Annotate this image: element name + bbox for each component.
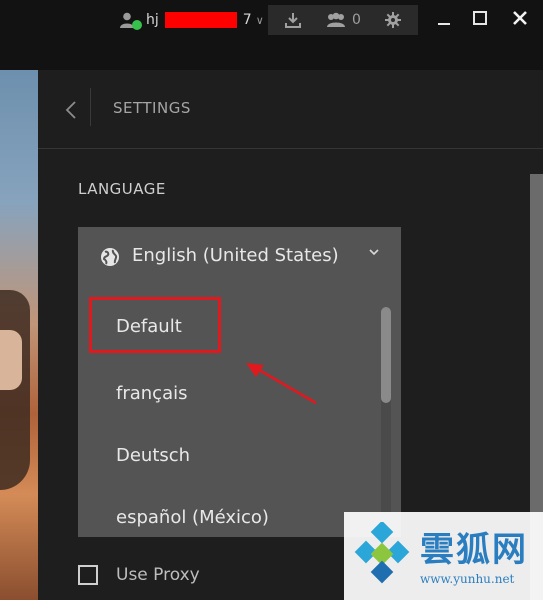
watermark: 雲狐网 www.yunhu.net [344, 512, 543, 600]
close-button[interactable] [502, 5, 538, 31]
header-divider [90, 88, 91, 126]
annotation-highlight-box [89, 297, 221, 353]
language-option-espanol-mexico[interactable]: español (México) [116, 507, 269, 528]
use-proxy-checkbox[interactable] [78, 565, 98, 585]
watermark-logo [354, 522, 410, 584]
chevron-down-icon [369, 249, 379, 256]
back-button[interactable] [56, 95, 86, 125]
user-account-menu[interactable]: hj 7 ∨ [120, 8, 264, 32]
maximize-icon [473, 11, 487, 25]
minimize-icon [438, 23, 450, 25]
gear-icon [385, 12, 401, 28]
download-button[interactable] [268, 5, 318, 35]
use-proxy-row[interactable]: Use Proxy [78, 565, 200, 585]
friends-icon [327, 12, 346, 27]
close-icon [513, 11, 527, 25]
watermark-url: www.yunhu.net [420, 572, 515, 586]
character-silhouette [0, 290, 30, 490]
watermark-title: 雲狐网 [420, 530, 528, 570]
username-suffix: 7 [242, 12, 252, 28]
use-proxy-label: Use Proxy [116, 565, 200, 585]
annotation-arrow [246, 363, 317, 405]
globe-icon [101, 248, 119, 266]
minimize-button[interactable] [426, 5, 462, 31]
online-status-dot [132, 20, 142, 30]
language-section-label: LANGUAGE [78, 180, 166, 198]
download-icon [285, 13, 301, 28]
dropdown-scrollbar-thumb[interactable] [381, 307, 391, 403]
friends-count: 0 [352, 12, 361, 28]
title-bar: hj 7 ∨ 0 [0, 0, 543, 70]
username-prefix: hj [146, 12, 159, 28]
selected-language: English (United States) [132, 245, 339, 266]
language-option-francais[interactable]: français [116, 383, 187, 404]
settings-button[interactable] [368, 5, 418, 35]
page-title: SETTINGS [113, 99, 191, 117]
chevron-down-icon: ∨ [255, 13, 264, 27]
language-select-current[interactable]: English (United States) [78, 227, 401, 285]
back-arrow-icon [65, 101, 76, 119]
settings-header: SETTINGS [38, 70, 543, 149]
username-redaction [164, 12, 237, 28]
background-artwork [0, 70, 38, 600]
friends-button[interactable]: 0 [318, 5, 368, 35]
maximize-button[interactable] [462, 5, 498, 31]
toolbar-group: 0 [268, 5, 418, 35]
character-arm [0, 330, 22, 390]
language-option-deutsch[interactable]: Deutsch [116, 445, 190, 466]
